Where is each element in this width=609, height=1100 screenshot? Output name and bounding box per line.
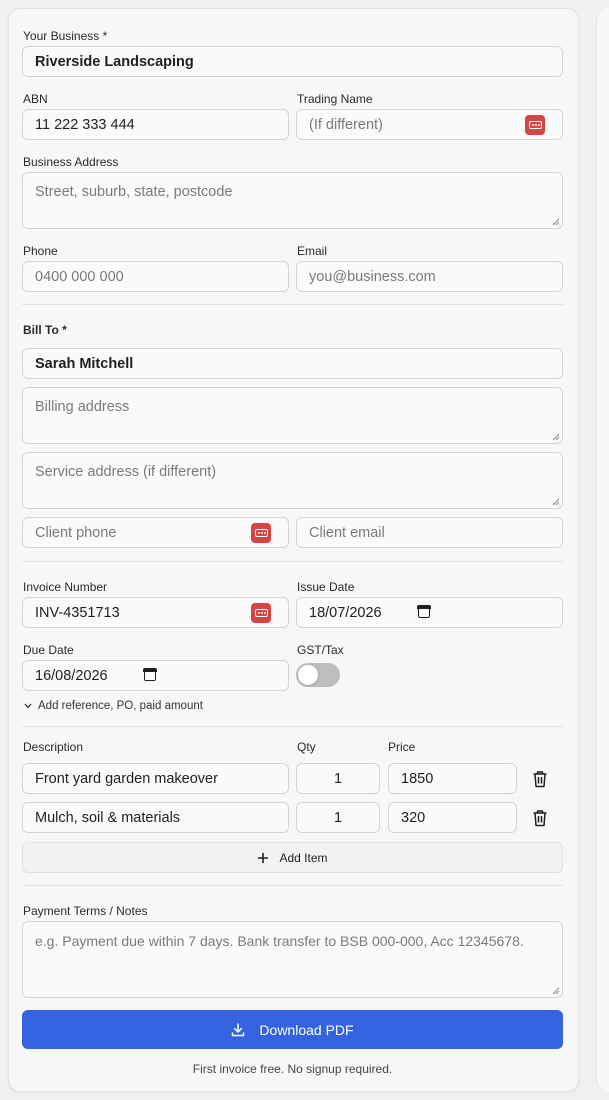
item-description-input[interactable]: Front yard garden makeover xyxy=(22,763,289,794)
gst-label: GST/Tax xyxy=(297,643,344,657)
item-price-input[interactable]: 1850 xyxy=(388,763,517,794)
add-item-button[interactable]: Add Item xyxy=(22,842,563,873)
notes-input[interactable]: e.g. Payment due within 7 days. Bank tra… xyxy=(22,921,563,998)
resize-grip-icon[interactable] xyxy=(552,987,560,995)
calendar-icon[interactable] xyxy=(417,605,431,618)
invoice-number-label: Invoice Number xyxy=(23,580,108,594)
bill-to-label: Bill To * xyxy=(23,323,67,337)
due-date-value: 16/08/2026 xyxy=(35,668,108,684)
phone-input[interactable]: 0400 000 000 xyxy=(22,261,289,292)
billing-address-placeholder: Billing address xyxy=(35,399,130,415)
invoice-number-input[interactable]: INV-4351713 xyxy=(22,597,289,628)
abn-label: ABN xyxy=(23,92,48,106)
business-name-label: Your Business * xyxy=(23,29,108,43)
issue-date-label: Issue Date xyxy=(297,580,355,594)
download-pdf-button[interactable]: Download PDF xyxy=(22,1010,563,1049)
description-header: Description xyxy=(23,740,84,754)
trash-icon[interactable] xyxy=(532,809,548,827)
client-phone-input[interactable]: Client phone xyxy=(22,517,289,548)
more-options-toggle[interactable]: Add reference, PO, paid amount xyxy=(24,700,203,712)
more-options-label: Add reference, PO, paid amount xyxy=(38,700,203,712)
business-name-input[interactable]: Riverside Landscaping xyxy=(22,46,563,77)
item-description-input[interactable]: Mulch, soil & materials xyxy=(22,802,289,833)
section-divider xyxy=(22,726,563,727)
business-address-input[interactable]: Street, suburb, state, postcode xyxy=(22,172,563,229)
resize-grip-icon[interactable] xyxy=(552,433,560,441)
autofill-icon[interactable] xyxy=(525,115,545,135)
trading-name-input[interactable]: (If different) xyxy=(296,109,563,140)
calendar-icon[interactable] xyxy=(143,668,157,681)
resize-grip-icon[interactable] xyxy=(552,498,560,506)
item-price-input[interactable]: 320 xyxy=(388,802,517,833)
preview-panel-edge xyxy=(596,8,609,1092)
email-label: Email xyxy=(297,244,328,258)
issue-date-value: 18/07/2026 xyxy=(309,605,382,621)
billing-address-input[interactable]: Billing address xyxy=(22,387,563,444)
toggle-knob xyxy=(298,665,318,685)
section-divider xyxy=(22,304,563,305)
qty-header: Qty xyxy=(297,740,316,754)
trash-icon[interactable] xyxy=(532,770,548,788)
price-header: Price xyxy=(388,740,416,754)
resize-grip-icon[interactable] xyxy=(552,218,560,226)
item-qty-input[interactable]: 1 xyxy=(296,763,380,794)
item-qty-input[interactable]: 1 xyxy=(296,802,380,833)
due-date-label: Due Date xyxy=(23,643,74,657)
autofill-icon[interactable] xyxy=(251,523,271,543)
business-address-label: Business Address xyxy=(23,155,119,169)
service-address-input[interactable]: Service address (if different) xyxy=(22,452,563,509)
email-input[interactable]: you@business.com xyxy=(296,261,563,292)
business-address-placeholder: Street, suburb, state, postcode xyxy=(35,184,233,200)
section-divider xyxy=(22,561,563,562)
footnote: First invoice free. No signup required. xyxy=(192,1062,393,1076)
client-name-input[interactable]: Sarah Mitchell xyxy=(22,348,563,379)
trading-name-label: Trading Name xyxy=(297,92,373,106)
chevron-down-icon xyxy=(24,703,32,709)
abn-input[interactable]: 11 222 333 444 xyxy=(22,109,289,140)
phone-label: Phone xyxy=(23,244,58,258)
autofill-icon[interactable] xyxy=(251,603,271,623)
section-divider xyxy=(22,885,563,886)
download-icon xyxy=(232,1022,245,1036)
notes-label: Payment Terms / Notes xyxy=(23,904,148,918)
plus-icon xyxy=(258,852,269,863)
gst-toggle[interactable] xyxy=(296,663,340,687)
service-address-placeholder: Service address (if different) xyxy=(35,464,217,480)
add-item-label: Add Item xyxy=(279,850,328,865)
download-pdf-label: Download PDF xyxy=(259,1021,354,1038)
notes-placeholder: e.g. Payment due within 7 days. Bank tra… xyxy=(35,933,524,949)
client-email-input[interactable]: Client email xyxy=(296,517,563,548)
